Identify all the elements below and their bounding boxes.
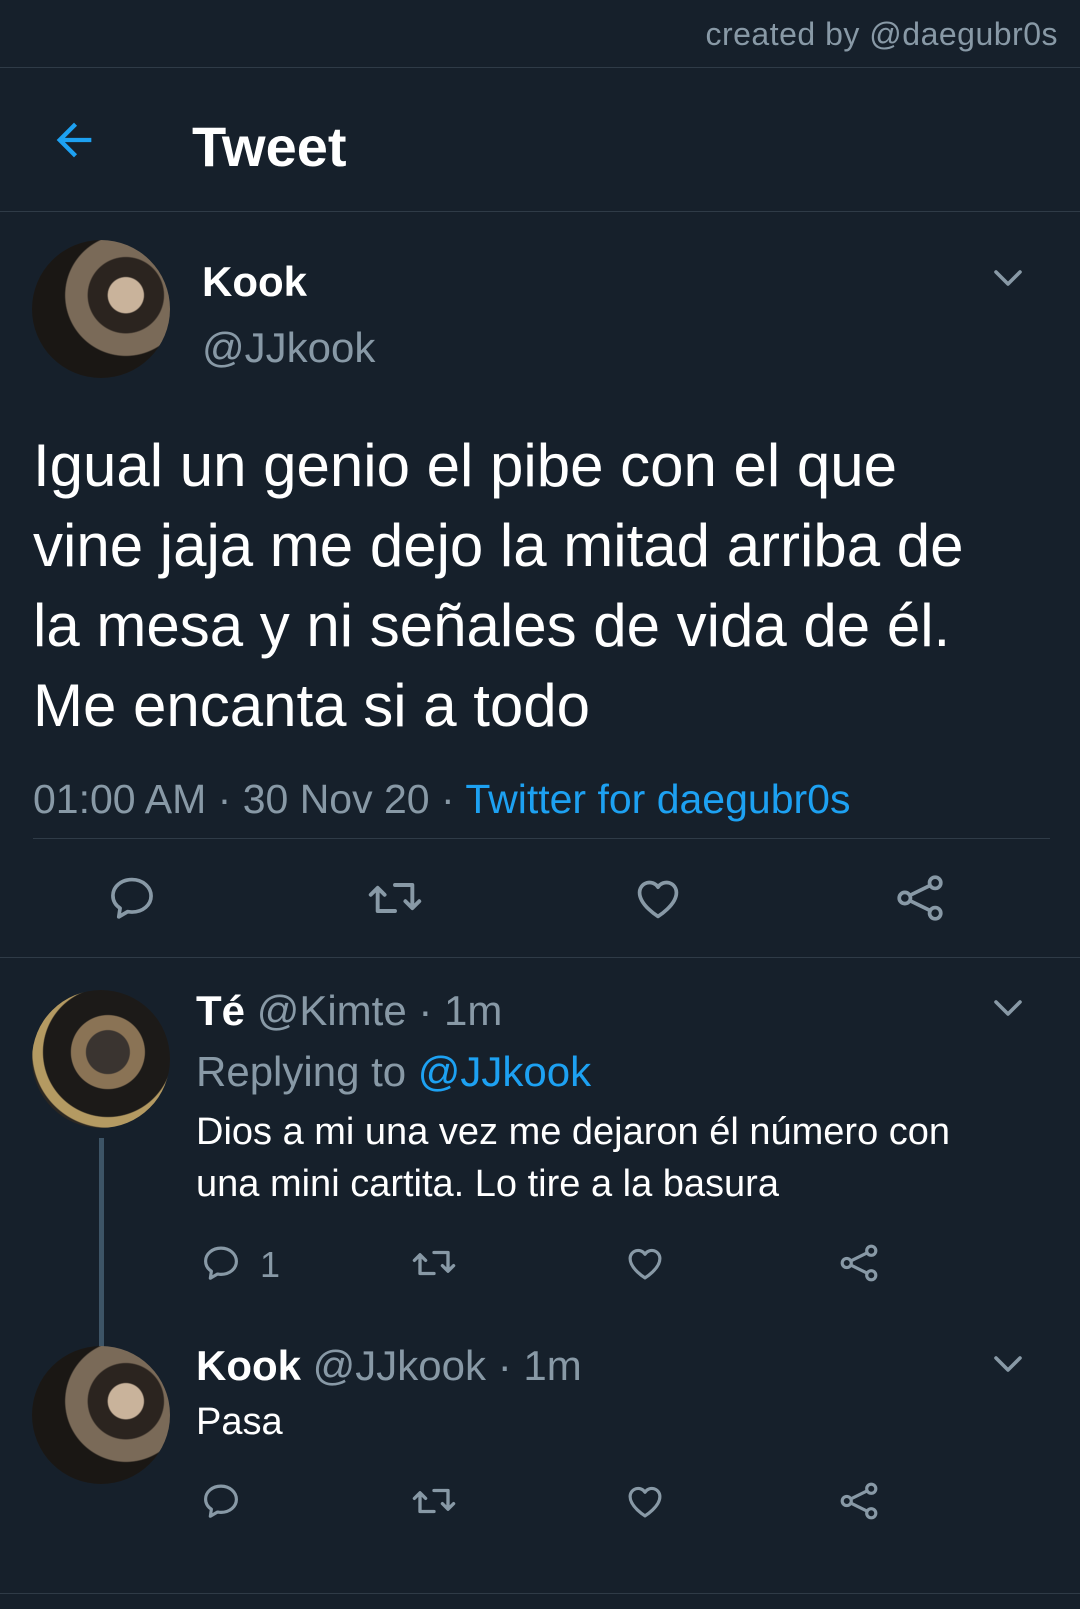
replying-to: Replying to @JJkook (196, 1048, 591, 1096)
chevron-down-icon[interactable] (990, 260, 1026, 296)
replying-to-handle-link[interactable]: @JJkook (418, 1048, 591, 1095)
tweet-text-line: Igual un genio el pibe con el que (33, 432, 898, 499)
reply-age: 1m (523, 1342, 582, 1389)
page-title: Tweet (192, 115, 347, 178)
tweet-time: 01:00 AM (33, 776, 207, 822)
share-icon (897, 875, 943, 921)
reply-author-name[interactable]: Té (196, 987, 245, 1034)
retweet-button[interactable] (366, 872, 424, 924)
avatar[interactable] (32, 1346, 170, 1484)
like-button[interactable] (624, 1480, 666, 1522)
reply-text: Pasa (196, 1396, 1036, 1448)
replying-to-label: Replying to (196, 1048, 407, 1095)
thread-connector-line (99, 1138, 104, 1374)
reply-button[interactable] (200, 1242, 242, 1284)
thread-divider (0, 957, 1080, 958)
like-button[interactable] (624, 1242, 666, 1284)
like-icon (628, 1248, 662, 1280)
share-button[interactable] (894, 872, 946, 924)
bottom-divider (0, 1593, 1080, 1594)
reply-icon (204, 1246, 238, 1280)
reply-age: 1m (444, 987, 503, 1034)
reply-header: Kook @JJkook · 1m (196, 1342, 582, 1390)
retweet-button[interactable] (410, 1242, 458, 1284)
meta-separator: · (217, 776, 232, 822)
chevron-down-icon[interactable] (990, 1346, 1026, 1382)
header-bar: Tweet (0, 70, 1080, 216)
reply-icon (204, 1484, 238, 1518)
chevron-down-icon[interactable] (990, 990, 1026, 1026)
credit-text: created by @daegubr0s (705, 16, 1058, 52)
tweet-meta: 01:00 AM · 30 Nov 20 · Twitter for daegu… (33, 776, 850, 823)
reply-header: Té @Kimte · 1m (196, 987, 502, 1035)
tweet-text-line: vine jaja me dejo la mitad arriba de (33, 512, 964, 579)
tweet-text-line: Me encanta si a todo (33, 672, 591, 739)
reply-button[interactable] (200, 1480, 242, 1522)
meta-separator: · (441, 776, 455, 822)
reply-text: Dios a mi una vez me dejaron él número c… (196, 1106, 1036, 1210)
arrow-left-icon[interactable] (48, 114, 100, 166)
retweet-button[interactable] (410, 1480, 458, 1522)
like-button[interactable] (632, 872, 684, 924)
reply-icon (111, 877, 153, 919)
reply-text-line: una mini cartita. Lo tire a la basura (196, 1163, 779, 1205)
tweet-text-line: la mesa y ni señales de vida de él. (33, 592, 951, 659)
header-divider (0, 211, 1080, 212)
reply-author-handle[interactable]: @Kimte (257, 987, 407, 1034)
reply-author-name[interactable]: Kook (196, 1342, 301, 1389)
share-icon (840, 1244, 878, 1282)
tweet-date: 30 Nov 20 (242, 776, 430, 822)
retweet-icon (412, 1488, 456, 1514)
reply-button[interactable] (106, 872, 158, 924)
share-icon (840, 1482, 878, 1520)
meta-divider (33, 838, 1050, 839)
author-handle[interactable]: @JJkook (202, 324, 375, 372)
reply-count: 1 (260, 1244, 281, 1285)
tweet-text: Igual un genio el pibe con el que vine j… (33, 426, 1053, 746)
share-button[interactable] (838, 1242, 880, 1284)
avatar[interactable] (32, 990, 170, 1128)
author-name[interactable]: Kook (202, 258, 307, 306)
top-divider (0, 67, 1080, 68)
reply-text-line: Dios a mi una vez me dejaron él número c… (196, 1111, 951, 1153)
like-icon (628, 1486, 662, 1518)
avatar[interactable] (32, 240, 170, 378)
meta-separator: · (418, 987, 433, 1034)
share-button[interactable] (838, 1480, 880, 1522)
meta-separator: · (497, 1342, 512, 1389)
reply-text-line: Pasa (196, 1401, 283, 1443)
retweet-icon (412, 1250, 456, 1276)
tweet-source-link[interactable]: Twitter for daegubr0s (465, 776, 850, 822)
retweet-icon (368, 883, 422, 913)
like-icon (637, 880, 679, 919)
reply-author-handle[interactable]: @JJkook (313, 1342, 486, 1389)
